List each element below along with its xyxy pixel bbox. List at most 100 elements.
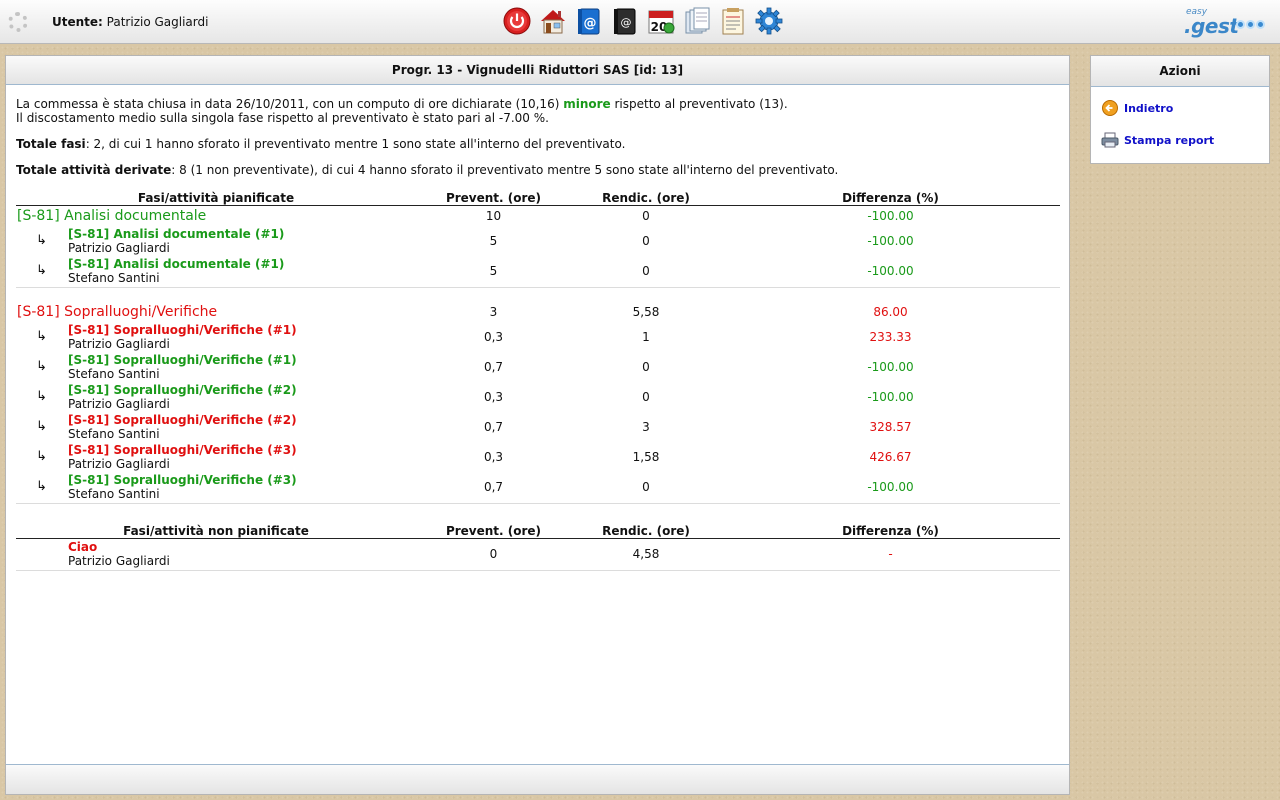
activity-title[interactable]: Ciao [68, 540, 170, 554]
activity-title[interactable]: [S-81] Analisi documentale (#1) [68, 257, 284, 271]
activity-prev-value: 0,7 [483, 479, 504, 494]
unplanned-header-diff: Differenza (%) [721, 522, 1060, 539]
activity-row: ↳ [S-81] Analisi documentale (#1) Patrizio… [16, 226, 1060, 256]
activity-name-cell: ↳ [S-81] Sopralluoghi/Verifiche (#3) Patri… [16, 442, 416, 472]
phase-name-cell: [S-81] Analisi documentale [16, 206, 416, 226]
documents-icon[interactable] [682, 6, 712, 36]
sub-arrow-icon: ↳ [36, 233, 47, 248]
activity-row: ↳ [S-81] Sopralluoghi/Verifiche (#2) Patri… [16, 382, 1060, 412]
activity-rend-value: 0 [642, 233, 650, 248]
planned-header-diff: Differenza (%) [721, 189, 1060, 206]
printer-icon [1101, 131, 1119, 149]
activity-person: Stefano Santini [68, 486, 160, 501]
summary-line1-pre: La commessa è stata chiusa in data 26/10… [16, 97, 564, 111]
planned-header-rend: Rendic. (ore) [571, 189, 721, 206]
activity-person: Patrizio Gagliardi [68, 336, 170, 351]
activity-diff-value: 426.67 [869, 449, 912, 464]
current-user: Utente: Patrizio Gagliardi [52, 15, 208, 29]
activity-row: ↳ [S-81] Sopralluoghi/Verifiche (#1) Patri… [16, 322, 1060, 352]
notes-icon[interactable] [718, 6, 748, 36]
phase-row: [S-81] Analisi documentale 10 0 -100.00 [16, 206, 1060, 226]
activity-person: Stefano Santini [68, 366, 160, 381]
activity-person: Patrizio Gagliardi [68, 396, 170, 411]
planned-body: [S-81] Analisi documentale 10 0 -100.00 ↳ [S-… [16, 206, 1060, 504]
activity-title[interactable]: [S-81] Sopralluoghi/Verifiche (#2) [68, 413, 297, 427]
activity-name-cell: ↳ [S-81] Analisi documentale (#1) Stefano … [16, 256, 416, 286]
unplanned-table: Fasi/attività non pianificate Prevent. (… [16, 522, 1060, 571]
sub-arrow-icon: ↳ [36, 389, 47, 404]
activity-name-cell: Ciao Patrizio Gagliardi [16, 539, 416, 569]
phase-title[interactable]: [S-81] Sopralluoghi/Verifiche [16, 304, 217, 320]
back-link[interactable]: Indietro [1091, 97, 1269, 119]
unplanned-header-row: Fasi/attività non pianificate Prevent. (… [16, 522, 1060, 539]
phase-prev-value: 3 [489, 304, 498, 319]
summary-line1-post: rispetto al preventivato (13). [610, 97, 788, 111]
summary-attivita-text: : 8 (1 non preventivate), di cui 4 hanno… [171, 163, 839, 177]
back-link-label[interactable]: Indietro [1124, 102, 1173, 115]
phase-title[interactable]: [S-81] Analisi documentale [16, 208, 206, 224]
settings-gear-icon[interactable] [754, 6, 784, 36]
report-content: La commessa è stata chiusa in data 26/10… [6, 85, 1069, 571]
unplanned-header-rend: Rendic. (ore) [571, 522, 721, 539]
sub-arrow-icon: ↳ [36, 329, 47, 344]
activity-person: Stefano Santini [68, 426, 160, 441]
print-report-label[interactable]: Stampa report [1124, 134, 1214, 147]
activity-prev-value: 0 [489, 546, 498, 561]
activity-name-cell: ↳ [S-81] Sopralluoghi/Verifiche (#1) Patri… [16, 322, 416, 352]
activity-title[interactable]: [S-81] Sopralluoghi/Verifiche (#1) [68, 323, 297, 337]
summary-fasi-text: : 2, di cui 1 hanno sforato il preventiv… [85, 137, 626, 151]
activity-prev-value: 0,3 [483, 329, 504, 344]
planned-header-prev: Prevent. (ore) [416, 189, 571, 206]
activity-rend-value: 0 [642, 389, 650, 404]
contacts-book-icon[interactable]: @ [610, 6, 640, 36]
sub-arrow-icon: ↳ [36, 419, 47, 434]
phase-diff-value: -100.00 [867, 208, 914, 223]
sub-arrow-icon: ↳ [36, 479, 47, 494]
activity-rend-value: 0 [642, 263, 650, 278]
actions-title: Azioni [1091, 56, 1269, 87]
activity-person: Patrizio Gagliardi [68, 240, 170, 255]
page-title: Progr. 13 - Vignudelli Riduttori SAS [id… [6, 56, 1069, 85]
activity-title[interactable]: [S-81] Analisi documentale (#1) [68, 227, 284, 241]
activity-title[interactable]: [S-81] Sopralluoghi/Verifiche (#3) [68, 473, 297, 487]
activity-prev-value: 0,7 [483, 359, 504, 374]
unplanned-row: Ciao Patrizio Gagliardi 0 4,58 - [16, 539, 1060, 569]
summary-line1-word: minore [563, 97, 611, 111]
planned-table: Fasi/attività pianificate Prevent. (ore)… [16, 189, 1060, 504]
brand-main-text: .gest [1184, 14, 1239, 38]
brand-dots [1236, 20, 1266, 29]
phase-row: [S-81] Sopralluoghi/Verifiche 3 5,58 86.00 [16, 302, 1060, 322]
svg-text:@: @ [584, 16, 597, 31]
activity-name-cell: ↳ [S-81] Sopralluoghi/Verifiche (#1) Stefa… [16, 352, 416, 382]
activity-diff-value: -100.00 [867, 263, 914, 278]
address-book-icon[interactable]: @ [574, 6, 604, 36]
panel-footer [6, 764, 1069, 794]
calendar-icon[interactable]: 20 [646, 6, 676, 36]
summary-attivita: Totale attività derivate: 8 (1 non preve… [16, 163, 1059, 177]
brand-logo: easy .gest [1184, 7, 1270, 38]
activity-diff-value: - [888, 546, 893, 561]
sub-arrow-icon: ↳ [36, 263, 47, 278]
activity-title[interactable]: [S-81] Sopralluoghi/Verifiche (#2) [68, 383, 297, 397]
activity-row: ↳ [S-81] Analisi documentale (#1) Stefano … [16, 256, 1060, 286]
top-bar: Utente: Patrizio Gagliardi @ @ 20 easy .… [0, 0, 1280, 44]
power-icon[interactable] [502, 6, 532, 36]
summary-line2: Il discostamento medio sulla singola fas… [16, 111, 549, 125]
activity-name-cell: ↳ [S-81] Sopralluoghi/Verifiche (#2) Stefa… [16, 412, 416, 442]
unplanned-body: Ciao Patrizio Gagliardi 0 4,58 - [16, 539, 1060, 571]
activity-rend-value: 4,58 [632, 546, 660, 561]
activity-diff-value: -100.00 [867, 479, 914, 494]
row-gap [16, 288, 1060, 302]
activity-prev-value: 0,3 [483, 449, 504, 464]
summary-attivita-label: Totale attività derivate [16, 163, 172, 177]
home-icon[interactable] [538, 6, 568, 36]
activity-prev-value: 0,7 [483, 419, 504, 434]
phase-rend-value: 5,58 [632, 304, 660, 319]
activity-title[interactable]: [S-81] Sopralluoghi/Verifiche (#1) [68, 353, 297, 367]
activity-diff-value: -100.00 [867, 389, 914, 404]
summary-closure: La commessa è stata chiusa in data 26/10… [16, 97, 1059, 125]
activity-title[interactable]: [S-81] Sopralluoghi/Verifiche (#3) [68, 443, 297, 457]
summary-fasi: Totale fasi: 2, di cui 1 hanno sforato i… [16, 137, 1059, 151]
toolbar: @ @ 20 [502, 6, 790, 38]
print-report-link[interactable]: Stampa report [1091, 129, 1269, 151]
